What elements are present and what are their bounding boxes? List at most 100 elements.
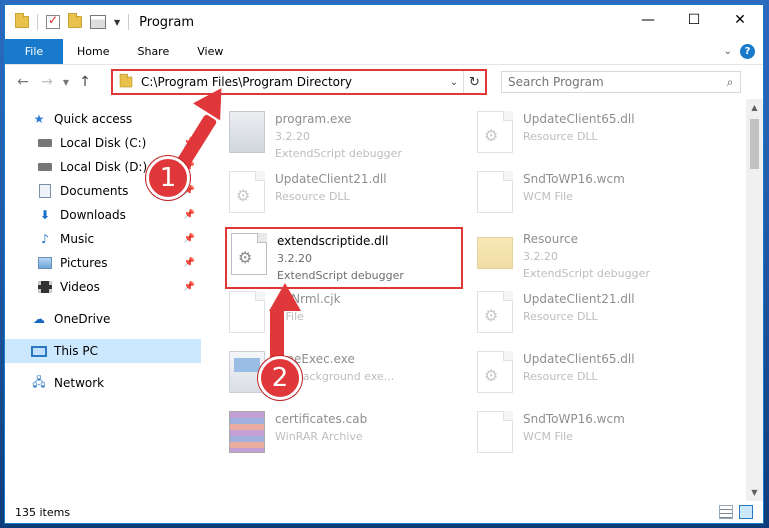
file-text: UpdateClient65.dll Resource DLL [523, 351, 635, 385]
downloads-icon: ⬇ [39, 208, 51, 222]
scrollbar-thumb[interactable] [750, 119, 759, 169]
search-box[interactable]: ⌕ [501, 71, 741, 93]
videos-icon [37, 280, 53, 294]
view-toggles [719, 505, 753, 519]
file-item[interactable]: ⚙ UpdateClient21.dll Resource DLL [473, 287, 713, 341]
scroll-up-arrow-icon[interactable]: ▲ [746, 99, 763, 116]
file-text: program.exe 3.2.20 ExtendScript debugger [275, 111, 402, 162]
search-icon[interactable]: ⌕ [720, 75, 740, 90]
music-icon: ♪ [41, 232, 49, 246]
file-text: SndToWP16.wcm WCM File [523, 171, 625, 205]
window-controls: — ☐ ✕ [625, 5, 763, 35]
properties-icon[interactable] [90, 15, 106, 29]
sidebar-item-label: Videos [60, 280, 100, 294]
pin-icon[interactable]: 📌 [184, 210, 195, 220]
large-icons-view-icon[interactable] [739, 505, 753, 519]
file-text: UpdateClient21.dll Resource DLL [523, 291, 635, 325]
file-version: 3.2.20 [277, 252, 312, 265]
back-arrow-icon[interactable]: ← [11, 74, 35, 90]
sidebar-item-videos[interactable]: Videos 📌 [5, 275, 201, 299]
documents-icon [37, 184, 53, 198]
file-text: SndToWP16.wcm WCM File [523, 411, 625, 445]
file-name: UpdateClient21.dll [275, 172, 387, 186]
sidebar-item-quick-access[interactable]: ★ Quick access [5, 107, 201, 131]
program-icon [229, 111, 265, 153]
file-item[interactable]: SndToWP16.wcm WCM File [473, 167, 713, 221]
search-input[interactable] [508, 75, 720, 89]
status-bar: 135 items [5, 501, 763, 523]
file-item[interactable]: ⚙ UpdateClient65.dll Resource DLL [473, 347, 713, 401]
onedrive-icon: ☁ [33, 312, 45, 326]
tab-home[interactable]: Home [63, 39, 123, 64]
drive-icon [37, 136, 53, 150]
sidebar-item-label: Downloads [60, 208, 126, 222]
details-view-icon[interactable] [719, 505, 733, 519]
sidebar-item-pictures[interactable]: Pictures 📌 [5, 251, 201, 275]
file-name: certificates.cab [275, 412, 368, 426]
address-dropdown-icon[interactable]: ⌄ [445, 77, 463, 88]
sidebar-item-label: This PC [54, 344, 98, 358]
file-item[interactable]: SndToWP16.wcm WCM File [473, 407, 713, 461]
sidebar-item-onedrive[interactable]: ☁ OneDrive [5, 307, 201, 331]
refresh-icon[interactable]: ↻ [463, 71, 485, 93]
sidebar-item-downloads[interactable]: ⬇ Downloads 📌 [5, 203, 201, 227]
vertical-scrollbar[interactable]: ▲ ▼ [746, 99, 763, 501]
file-item[interactable]: ⚙ UpdateClient21.dll Resource DLL [225, 167, 465, 221]
file-icon [477, 411, 513, 453]
file-item[interactable]: ...tNrml.cjk ...File [225, 287, 465, 341]
minimize-button[interactable]: — [625, 5, 671, 35]
address-path[interactable]: C:\Program Files\Program Directory [141, 75, 445, 89]
tab-view[interactable]: View [183, 39, 237, 64]
address-folder-icon [119, 73, 133, 88]
properties-check-icon[interactable] [46, 13, 60, 29]
file-explorer-window: ▼ Program — ☐ ✕ File Home Share View ⌄ ?… [4, 4, 764, 524]
pin-icon[interactable]: 📌 [184, 258, 195, 268]
address-bar[interactable]: C:\Program Files\Program Directory ⌄ ↻ [111, 69, 487, 95]
folder-icon [15, 13, 29, 28]
pin-icon[interactable]: 📌 [184, 234, 195, 244]
scroll-down-arrow-icon[interactable]: ▼ [746, 484, 763, 501]
file-name: program.exe [275, 112, 352, 126]
file-item[interactable]: ⚙ UpdateClient65.dll Resource DLL [473, 107, 713, 161]
tab-share[interactable]: Share [123, 39, 183, 64]
title-bar: ▼ Program — ☐ ✕ [5, 5, 763, 39]
file-type: Resource DLL [523, 310, 598, 323]
file-icon [229, 291, 265, 333]
sidebar-item-network[interactable]: 🖧 Network [5, 371, 201, 395]
dll-icon: ⚙ [231, 233, 267, 275]
file-version: 3.2.20 [523, 250, 558, 263]
file-description: ExtendScript debugger [523, 267, 650, 280]
file-item[interactable]: Resource 3.2.20 ExtendScript debugger [473, 227, 713, 281]
sidebar-item-local-disk-c[interactable]: Local Disk (C:) 📌 [5, 131, 201, 155]
forward-arrow-icon[interactable]: → [35, 74, 59, 90]
new-folder-icon[interactable] [68, 13, 82, 28]
file-description: ExtendScript debugger [275, 147, 402, 160]
pin-icon[interactable]: 📌 [184, 282, 195, 292]
help-icon[interactable]: ? [740, 44, 755, 59]
file-item[interactable]: certificates.cab WinRAR Archive [225, 407, 465, 461]
sidebar-item-this-pc[interactable]: This PC [5, 339, 201, 363]
file-name: extendscriptide.dll [277, 234, 389, 248]
file-text: extendscriptide.dll 3.2.20 ExtendScript … [277, 233, 404, 284]
customize-dropdown-icon[interactable]: ▼ [114, 18, 120, 27]
maximize-button[interactable]: ☐ [671, 5, 717, 35]
star-icon: ★ [33, 112, 45, 126]
sidebar-item-music[interactable]: ♪ Music 📌 [5, 227, 201, 251]
file-name: Resource [523, 232, 579, 246]
file-name: UpdateClient65.dll [523, 352, 635, 366]
ribbon-tabs: File Home Share View ⌄ ? [5, 39, 763, 65]
file-item-extendscriptide[interactable]: ⚙ extendscriptide.dll 3.2.20 ExtendScrip… [225, 227, 463, 289]
sidebar-item-label: Music [60, 232, 95, 246]
dll-icon: ⚙ [477, 291, 513, 333]
tab-file[interactable]: File [5, 39, 63, 64]
close-button[interactable]: ✕ [717, 5, 763, 35]
expand-ribbon-chevron-icon[interactable]: ⌄ [724, 46, 732, 57]
up-arrow-icon[interactable]: ↑ [73, 74, 97, 90]
content-area: ★ Quick access Local Disk (C:) 📌 Local D… [5, 99, 763, 501]
file-type: Resource DLL [275, 190, 350, 203]
file-type: Resource DLL [523, 130, 598, 143]
file-item[interactable]: program.exe 3.2.20 ExtendScript debugger [225, 107, 465, 161]
recent-locations-chevron-icon[interactable]: ▼ [59, 78, 73, 87]
this-pc-icon [31, 344, 47, 358]
